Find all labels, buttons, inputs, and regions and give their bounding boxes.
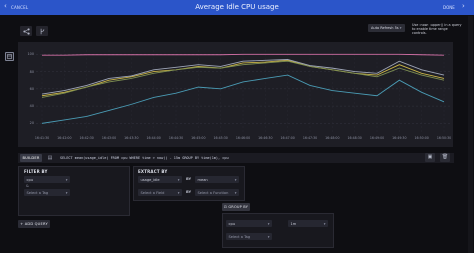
group-tag-select[interactable]: cpu ▾ [226, 220, 272, 227]
function-value: mean [197, 177, 208, 182]
branch-button[interactable] [36, 26, 48, 36]
x-tick-label: 16:44:00 [146, 136, 161, 140]
x-tick-label: 16:45:00 [191, 136, 206, 140]
x-tick-label: 16:45:30 [213, 136, 228, 140]
copy-icon: ▣ [427, 154, 433, 160]
x-tick-label: 16:50:30 [436, 136, 452, 140]
top-bar: ‹ CANCEL Average Idle CPU usage DONE › [0, 0, 474, 15]
x-tick-label: 16:43:00 [101, 136, 117, 140]
chevron-down-icon: ▾ [323, 221, 326, 226]
add-query-button[interactable]: + ADD QUERY [18, 220, 50, 228]
x-tick-label: 16:48:00 [325, 136, 340, 140]
x-tick-label: 16:46:00 [235, 136, 251, 140]
chevron-down-icon: ▾ [267, 234, 270, 239]
x-tick-label: 16:42:30 [79, 136, 94, 140]
x-tick-label: 16:49:30 [392, 136, 407, 140]
y-tick-label: 20 [29, 121, 34, 126]
field-select[interactable]: usage_idle ▾ [138, 176, 182, 183]
x-tick-label: 16:50:00 [414, 136, 429, 140]
x-tick-label: 16:44:30 [168, 136, 184, 140]
time-range-note: Use :now: :upper() in a query to enable … [412, 23, 462, 35]
y-tick-label: 80 [29, 69, 34, 74]
chevron-down-icon: ▾ [65, 190, 68, 195]
interval-value: 1m [290, 221, 297, 226]
filter-connector: & [26, 184, 29, 188]
extract-label: EXTRACT BY [138, 169, 168, 174]
group-tag-placeholder: Select a Tag [228, 234, 251, 239]
window-icon [7, 54, 12, 59]
group-tag-value: cpu [228, 221, 236, 226]
auto-refresh-dropdown[interactable]: Auto Refresh 5s ▾ [368, 24, 405, 32]
filter-tag-select[interactable]: Select a Tag ▾ [24, 189, 70, 196]
x-tick-label: 16:48:30 [347, 136, 362, 140]
function-select-2[interactable]: Select a Function ▾ [195, 189, 239, 196]
y-tick-label: 60 [29, 86, 34, 91]
x-tick-label: 16:47:00 [280, 136, 295, 140]
chevron-right-icon[interactable]: › [462, 2, 465, 10]
chevron-down-icon: ▾ [65, 177, 68, 182]
y-tick-label: 40 [29, 104, 34, 109]
measurement-value: cpu [26, 177, 34, 182]
group-tag-select-2[interactable]: Select a Tag ▾ [226, 233, 272, 240]
done-button[interactable]: DONE [443, 5, 455, 10]
y-tick-label: 100 [27, 52, 34, 57]
auto-refresh-label: Auto Refresh 5s [371, 25, 399, 30]
function-select[interactable]: mean ▾ [195, 176, 239, 183]
copy-query-button[interactable]: ▣ [425, 153, 435, 162]
builder-tab[interactable]: BUILDER [20, 154, 42, 162]
chevron-down-icon: ▾ [177, 177, 180, 182]
query-text[interactable]: SELECT mean(usage_idle) FROM cpu WHERE t… [60, 156, 229, 160]
line-chart [36, 50, 450, 132]
share-button[interactable] [20, 26, 32, 36]
trash-icon: 🗑 [441, 154, 449, 160]
branch-icon [40, 28, 44, 34]
by-label-2: BY [186, 190, 192, 194]
function2-placeholder: Select a Function [197, 190, 229, 195]
filter-label: FILTER BY [24, 169, 48, 174]
x-tick-label: 16:41:30 [34, 136, 50, 140]
delete-query-button[interactable]: 🗑 [440, 153, 450, 162]
interval-select[interactable]: 1m ▾ [288, 220, 328, 227]
chevron-down-icon: ▾ [177, 190, 180, 195]
share-icon [22, 27, 30, 35]
code-icon[interactable]: ▤ [45, 154, 55, 162]
page-title: Average Idle CPU usage [195, 3, 279, 11]
chevron-down-icon: ▾ [234, 190, 237, 195]
group-by-section [222, 213, 334, 248]
x-tick-label: 16:42:00 [57, 136, 72, 140]
measurement-select[interactable]: cpu ▾ [24, 176, 70, 183]
x-tick-label: 16:49:00 [369, 136, 385, 140]
by-label: BY [186, 177, 192, 181]
filter-tag-placeholder: Select a Tag [26, 190, 49, 195]
chevron-down-icon: ▾ [267, 221, 270, 226]
field-select-2[interactable]: Select a Field ▾ [138, 189, 182, 196]
field2-placeholder: Select a Field [140, 190, 165, 195]
chevron-down-icon: ▾ [234, 177, 237, 182]
group-by-button[interactable]: ⊡ GROUP BY [222, 203, 250, 211]
x-tick-label: 16:47:30 [302, 136, 318, 140]
window-toggle-button[interactable] [5, 52, 14, 61]
x-tick-label: 16:46:30 [258, 136, 273, 140]
x-tick-label: 16:43:30 [124, 136, 139, 140]
scrollbar[interactable] [468, 16, 473, 253]
field-value: usage_idle [140, 177, 160, 182]
